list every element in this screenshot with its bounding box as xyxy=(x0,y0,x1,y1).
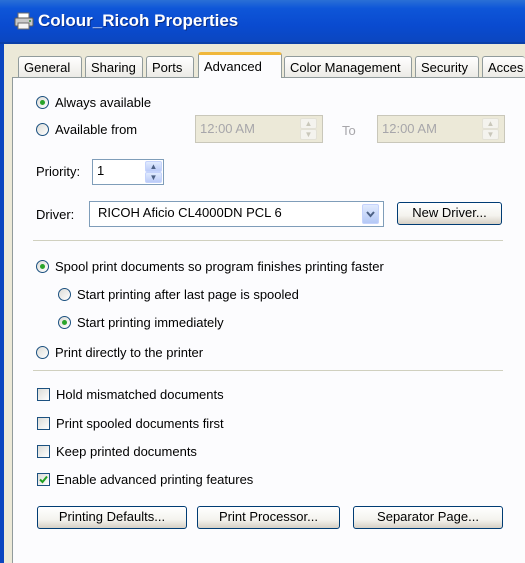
tab-label: General xyxy=(24,60,71,75)
enable-advanced-features-checkbox[interactable] xyxy=(37,473,50,486)
checkmark-icon xyxy=(39,475,48,484)
to-time-spinner[interactable]: ▲ ▼ xyxy=(482,118,499,140)
tab-label: Advanced xyxy=(204,59,262,74)
tab-label: Security xyxy=(421,60,468,75)
keep-printed-label[interactable]: Keep printed documents xyxy=(56,444,197,459)
chevron-down-icon[interactable]: ▼ xyxy=(300,129,317,140)
printing-defaults-button[interactable]: Printing Defaults... xyxy=(37,506,187,529)
tab-sharing[interactable]: Sharing xyxy=(85,56,143,77)
tab-label: Color Management xyxy=(290,60,401,75)
separator xyxy=(33,240,503,241)
chevron-up-icon[interactable]: ▲ xyxy=(145,161,162,172)
new-driver-button[interactable]: New Driver... xyxy=(397,202,502,225)
to-label: To xyxy=(342,123,356,138)
print-spooled-first-label[interactable]: Print spooled documents first xyxy=(56,416,224,431)
tab-general[interactable]: General xyxy=(18,56,82,77)
chevron-down-icon xyxy=(366,211,375,218)
priority-value: 1 xyxy=(97,163,105,178)
hold-mismatched-label[interactable]: Hold mismatched documents xyxy=(56,387,224,402)
window-title: Colour_Ricoh Properties xyxy=(38,11,239,30)
start-after-last-page-radio[interactable] xyxy=(58,288,71,301)
to-time-value: 12:00 AM xyxy=(382,121,437,136)
start-immediately-radio[interactable] xyxy=(58,316,71,329)
priority-label: Priority: xyxy=(36,164,81,179)
tab-label: Acces xyxy=(488,60,524,75)
print-directly-radio[interactable] xyxy=(36,346,49,359)
keep-printed-checkbox[interactable] xyxy=(37,445,50,458)
from-time-value: 12:00 AM xyxy=(200,121,255,136)
priority-spinner[interactable]: ▲ ▼ xyxy=(145,161,162,183)
always-available-label[interactable]: Always available xyxy=(55,95,151,110)
tab-accessories[interactable]: Acces xyxy=(482,56,525,77)
always-available-radio[interactable] xyxy=(36,96,49,109)
printer-icon xyxy=(14,12,34,30)
chevron-down-icon[interactable]: ▼ xyxy=(145,172,162,183)
from-time-spinner[interactable]: ▲ ▼ xyxy=(300,118,317,140)
tab-label: Sharing xyxy=(91,60,136,75)
print-spooled-first-checkbox[interactable] xyxy=(37,417,50,430)
tab-ports[interactable]: Ports xyxy=(146,56,194,77)
tab-advanced[interactable]: Advanced xyxy=(198,52,282,78)
start-after-last-page-label[interactable]: Start printing after last page is spoole… xyxy=(77,287,299,302)
enable-advanced-features-label[interactable]: Enable advanced printing features xyxy=(56,472,253,487)
tab-label: Ports xyxy=(152,60,183,75)
driver-value: RICOH Aficio CL4000DN PCL 6 xyxy=(98,205,282,220)
chevron-up-icon[interactable]: ▲ xyxy=(482,118,499,129)
available-from-label[interactable]: Available from xyxy=(55,122,137,137)
driver-label: Driver: xyxy=(36,207,75,222)
driver-dropdown-button[interactable] xyxy=(362,204,379,224)
spool-label[interactable]: Spool print documents so program finishe… xyxy=(55,259,384,274)
print-directly-label[interactable]: Print directly to the printer xyxy=(55,345,203,360)
separator-page-button[interactable]: Separator Page... xyxy=(353,506,503,529)
chevron-up-icon[interactable]: ▲ xyxy=(300,118,317,129)
print-processor-button[interactable]: Print Processor... xyxy=(197,506,340,529)
spool-radio[interactable] xyxy=(36,260,49,273)
title-bar[interactable]: Colour_Ricoh Properties xyxy=(0,0,525,42)
chevron-down-icon[interactable]: ▼ xyxy=(482,129,499,140)
separator xyxy=(33,370,503,371)
start-immediately-label[interactable]: Start printing immediately xyxy=(77,315,224,330)
hold-mismatched-checkbox[interactable] xyxy=(37,388,50,401)
driver-select[interactable]: RICOH Aficio CL4000DN PCL 6 xyxy=(89,201,384,227)
available-from-radio[interactable] xyxy=(36,123,49,136)
window-frame xyxy=(0,44,4,563)
tab-security[interactable]: Security xyxy=(415,56,479,77)
tab-color-management[interactable]: Color Management xyxy=(284,56,412,77)
